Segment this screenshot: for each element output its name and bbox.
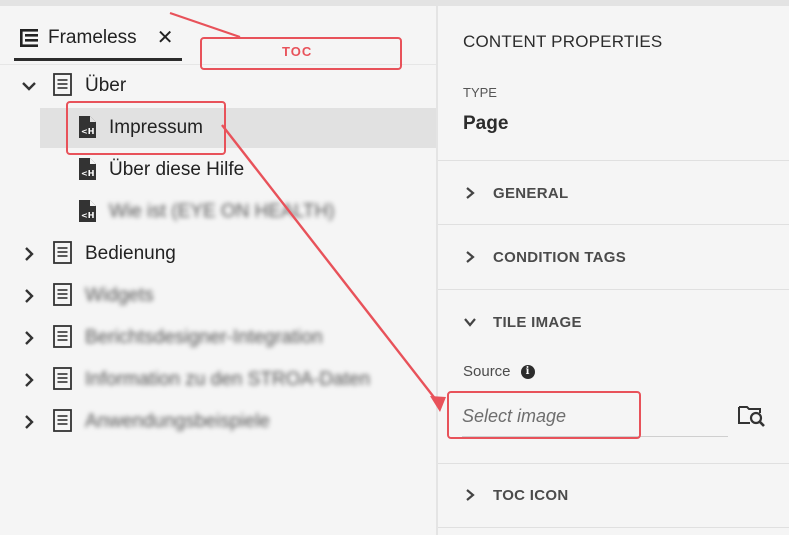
tab-label: Frameless — [48, 27, 137, 48]
divider — [438, 160, 789, 161]
svg-text:<H: <H — [81, 169, 94, 178]
document-icon — [53, 241, 72, 264]
tree-item-uber-diese-hilfe[interactable]: <H Über diese Hilfe — [0, 150, 436, 190]
tree-item-label: Über diese Hilfe — [109, 159, 245, 180]
info-icon[interactable]: i — [520, 364, 535, 379]
divider — [438, 527, 789, 528]
chevron-down-icon[interactable] — [20, 77, 38, 95]
source-label-text: Source — [463, 363, 511, 380]
type-label: TYPE — [463, 85, 497, 100]
section-label: TILE IMAGE — [493, 313, 582, 331]
tree-item-folder[interactable]: Anwendungsbeispiele — [0, 402, 436, 442]
tree-item-label: Widgets — [85, 285, 154, 306]
tree-item-label: Bedienung — [85, 243, 176, 264]
chevron-right-icon[interactable] — [20, 245, 38, 263]
section-label: GENERAL — [493, 184, 569, 202]
divider — [438, 289, 789, 290]
section-condition-tags[interactable]: CONDITION TAGS — [438, 237, 789, 277]
chevron-right-icon — [466, 489, 475, 501]
tree-item-bedienung[interactable]: Bedienung — [0, 234, 436, 274]
panel-title: CONTENT PROPERTIES — [463, 32, 663, 51]
tree-item-topic[interactable]: <H Wie ist (EYE ON HEALTH) — [0, 192, 436, 232]
toc-panel: Frameless ✕ Über <H Impressum <H Über di… — [0, 6, 436, 535]
tree-item-uber[interactable]: Über — [0, 66, 436, 106]
close-icon[interactable]: ✕ — [157, 28, 174, 48]
svg-text:<H: <H — [81, 211, 94, 220]
chevron-right-icon — [466, 251, 475, 263]
topic-file-icon: <H — [79, 158, 96, 180]
chevron-right-icon[interactable] — [20, 329, 38, 347]
divider — [438, 463, 789, 464]
source-label: Source i — [463, 363, 535, 380]
chevron-right-icon[interactable] — [20, 413, 38, 431]
chevron-right-icon[interactable] — [20, 371, 38, 389]
section-label: CONDITION TAGS — [493, 248, 627, 266]
tree-item-label: Information zu den STROA-Daten — [85, 369, 371, 390]
section-general[interactable]: GENERAL — [438, 173, 789, 213]
section-label: TOC ICON — [493, 486, 569, 504]
impressum-highlight-box — [66, 101, 226, 155]
chevron-down-icon — [464, 318, 476, 327]
tree-item-label: Anwendungsbeispiele — [85, 411, 270, 432]
section-toc-icon[interactable]: TOC ICON — [438, 475, 789, 515]
tab-active-indicator — [14, 58, 182, 61]
section-tile-image[interactable]: TILE IMAGE — [438, 302, 789, 342]
tree-item-folder[interactable]: Widgets — [0, 276, 436, 316]
browse-image-icon[interactable] — [738, 402, 766, 428]
tree-item-label: Wie ist (EYE ON HEALTH) — [109, 201, 335, 222]
chevron-right-icon[interactable] — [20, 287, 38, 305]
type-value: Page — [463, 113, 509, 134]
toc-callout-label: TOC — [282, 44, 313, 59]
document-icon — [53, 283, 72, 306]
document-icon — [53, 73, 72, 96]
chevron-right-icon — [466, 187, 475, 199]
toc-icon — [20, 29, 38, 47]
tree-item-label: Berichtsdesigner-Integration — [85, 327, 323, 348]
content-properties-panel: CONTENT PROPERTIES TYPE Page GENERAL CON… — [438, 6, 789, 535]
document-icon — [53, 409, 72, 432]
tree-item-label: Über — [85, 75, 127, 96]
tree-item-folder[interactable]: Information zu den STROA-Daten — [0, 360, 436, 400]
topic-file-icon: <H — [79, 200, 96, 222]
tree-item-folder[interactable]: Berichtsdesigner-Integration — [0, 318, 436, 358]
document-icon — [53, 325, 72, 348]
tab-frameless[interactable]: Frameless ✕ — [14, 18, 182, 58]
divider — [438, 224, 789, 225]
document-icon — [53, 367, 72, 390]
select-image-highlight-box — [447, 391, 641, 439]
